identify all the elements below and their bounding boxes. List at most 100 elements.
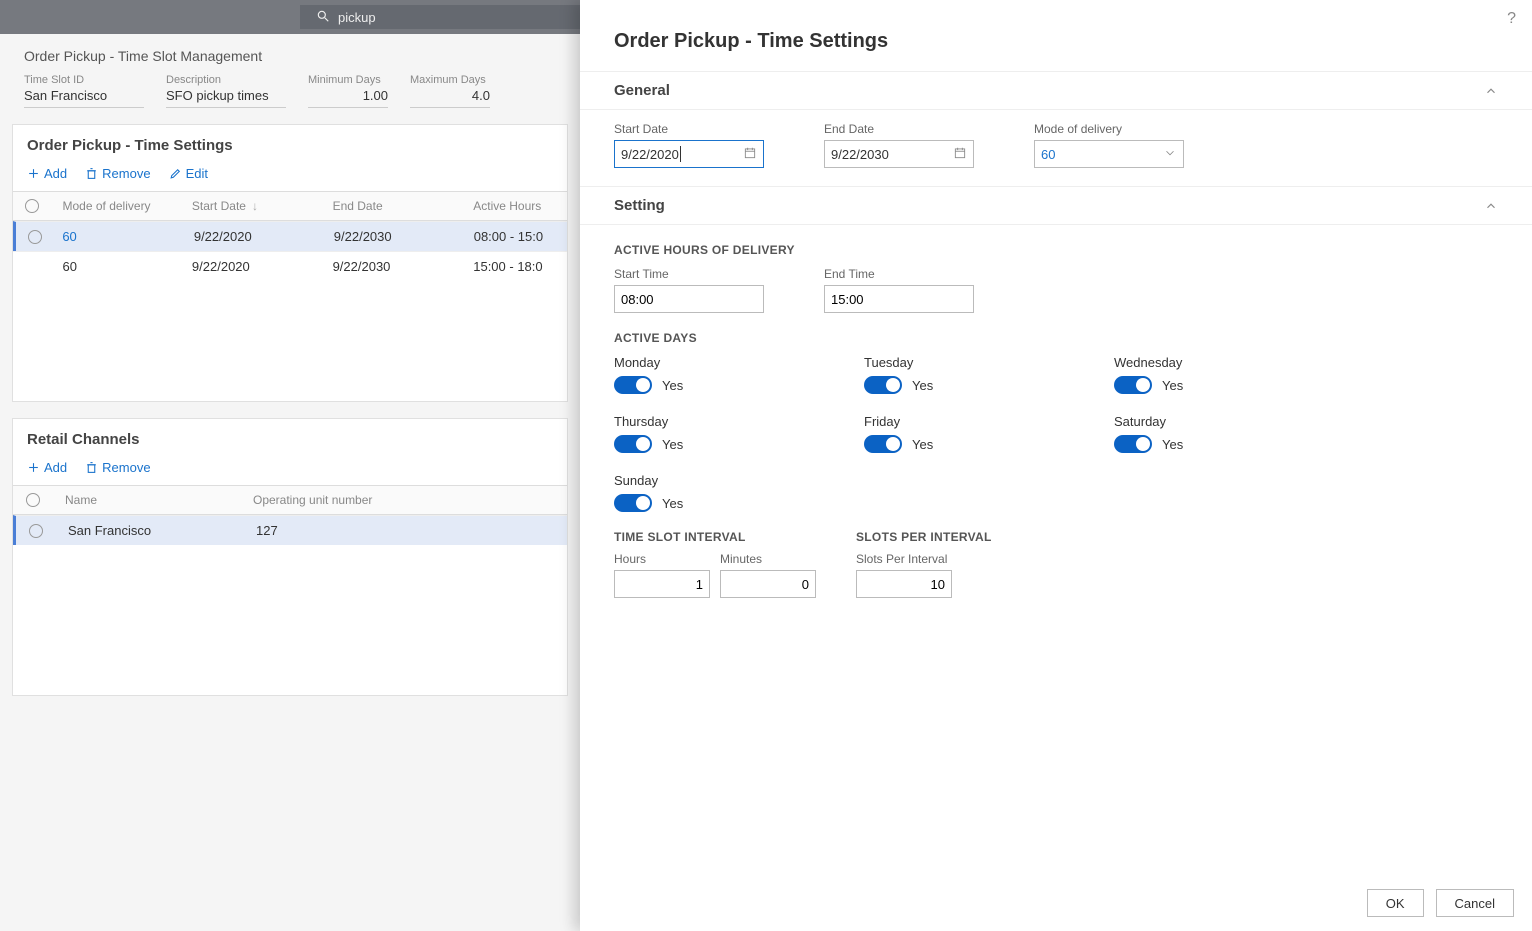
active-days-header: ACTIVE DAYS [614,331,1498,345]
monday-toggle[interactable] [614,376,652,394]
max-days-label: Maximum Days [410,74,490,86]
start-date-input[interactable]: 9/22/2020 [614,140,764,168]
background-page: Order Pickup - Time Slot Management Time… [0,34,580,931]
edit-button[interactable]: Edit [169,166,208,181]
end-date-input[interactable]: 9/22/2030 [824,140,974,168]
global-search[interactable]: pickup [300,5,580,29]
add-button[interactable]: Add [27,166,67,181]
start-date-label: Start Date [614,122,764,136]
setting-header-label: Setting [614,197,665,214]
time-slot-id-value[interactable]: San Francisco [24,86,144,108]
cell-end: 9/22/2030 [334,229,474,244]
channel-add-button[interactable]: Add [27,460,67,475]
time-slot-id-label: Time Slot ID [24,74,144,86]
day-sunday: Sunday Yes [614,473,864,512]
general-section-header[interactable]: General [580,71,1532,110]
chevron-up-icon [1484,199,1498,213]
end-time-input[interactable] [824,285,974,313]
time-settings-title: Order Pickup - Time Settings [13,125,567,162]
minutes-label: Minutes [720,552,816,566]
side-panel: ? Order Pickup - Time Settings General S… [580,0,1532,931]
friday-toggle[interactable] [864,435,902,453]
day-monday: Monday Yes [614,355,864,394]
day-saturday: Saturday Yes [1114,414,1364,453]
search-value: pickup [338,10,376,25]
remove-button[interactable]: Remove [85,166,150,181]
active-hours-header: ACTIVE HOURS OF DELIVERY [614,243,1498,257]
col-end[interactable]: End Date [333,199,474,213]
cell-mode[interactable]: 60 [51,259,192,274]
cell-name: San Francisco [56,523,256,538]
general-header-label: General [614,82,670,99]
edit-label: Edit [186,166,208,181]
min-days-value[interactable]: 1.00 [308,86,388,108]
sunday-toggle[interactable] [614,494,652,512]
add-label: Add [44,166,67,181]
slots-header: SLOTS PER INTERVAL [856,530,992,544]
row-check[interactable] [28,230,42,244]
row-check[interactable] [29,524,43,538]
channel-select-all[interactable] [26,493,40,507]
channel-row[interactable]: San Francisco 127 [13,515,567,545]
panel-title: Order Pickup - Time Settings [580,0,1532,71]
calendar-icon[interactable] [953,146,967,163]
wednesday-toggle[interactable] [1114,376,1152,394]
chevron-up-icon [1484,84,1498,98]
max-days-value[interactable]: 4.0 [410,86,490,108]
saturday-toggle[interactable] [1114,435,1152,453]
retail-channels-card: Retail Channels Add Remove Name Operatin… [12,418,568,696]
help-icon[interactable]: ? [1507,10,1516,28]
end-date-label: End Date [824,122,974,136]
hours-input[interactable] [614,570,710,598]
retail-channels-title: Retail Channels [13,419,567,456]
cell-end: 9/22/2030 [333,259,474,274]
start-time-input[interactable] [614,285,764,313]
mode-label: Mode of delivery [1034,122,1184,136]
col-mode[interactable]: Mode of delivery [51,199,192,213]
slots-label: Slots Per Interval [856,552,952,566]
cancel-button[interactable]: Cancel [1436,889,1514,917]
day-wednesday: Wednesday Yes [1114,355,1364,394]
table-row[interactable]: 60 9/22/2020 9/22/2030 08:00 - 15:0 [13,221,567,251]
cell-hours: 08:00 - 15:0 [474,229,567,244]
mode-of-delivery-select[interactable]: 60 [1034,140,1184,168]
sort-down-icon: ↓ [252,199,258,213]
end-time-label: End Time [824,267,974,281]
setting-section-header[interactable]: Setting [580,186,1532,225]
channel-grid-header: Name Operating unit number [13,485,567,515]
cell-mode[interactable]: 60 [53,229,194,244]
col-hours[interactable]: Active Hours [473,199,567,213]
select-all-check[interactable] [25,199,39,213]
chevron-down-icon [1163,146,1177,163]
tuesday-toggle[interactable] [864,376,902,394]
grid-header: Mode of delivery Start Date↓ End Date Ac… [13,191,567,221]
time-settings-card: Order Pickup - Time Settings Add Remove … [12,124,568,402]
slots-input[interactable] [856,570,952,598]
remove-label: Remove [102,166,150,181]
col-start[interactable]: Start Date↓ [192,199,333,213]
search-icon [316,9,330,26]
cell-start: 9/22/2020 [194,229,334,244]
hours-label: Hours [614,552,710,566]
panel-footer: OK Cancel [580,875,1532,931]
page-title: Order Pickup - Time Slot Management [0,34,580,74]
day-tuesday: Tuesday Yes [864,355,1114,394]
description-label: Description [166,74,286,86]
start-time-label: Start Time [614,267,764,281]
cell-unit: 127 [256,523,456,538]
calendar-icon[interactable] [743,146,757,163]
cell-start: 9/22/2020 [192,259,333,274]
channel-remove-button[interactable]: Remove [85,460,150,475]
description-value[interactable]: SFO pickup times [166,86,286,108]
minutes-input[interactable] [720,570,816,598]
table-row[interactable]: 60 9/22/2020 9/22/2030 15:00 - 18:0 [13,251,567,281]
thursday-toggle[interactable] [614,435,652,453]
ok-button[interactable]: OK [1367,889,1424,917]
header-form: Time Slot ID San Francisco Description S… [0,74,580,108]
day-friday: Friday Yes [864,414,1114,453]
col-unit[interactable]: Operating unit number [253,493,453,507]
min-days-label: Minimum Days [308,74,388,86]
col-name[interactable]: Name [53,493,253,507]
interval-header: TIME SLOT INTERVAL [614,530,816,544]
cell-hours: 15:00 - 18:0 [473,259,567,274]
